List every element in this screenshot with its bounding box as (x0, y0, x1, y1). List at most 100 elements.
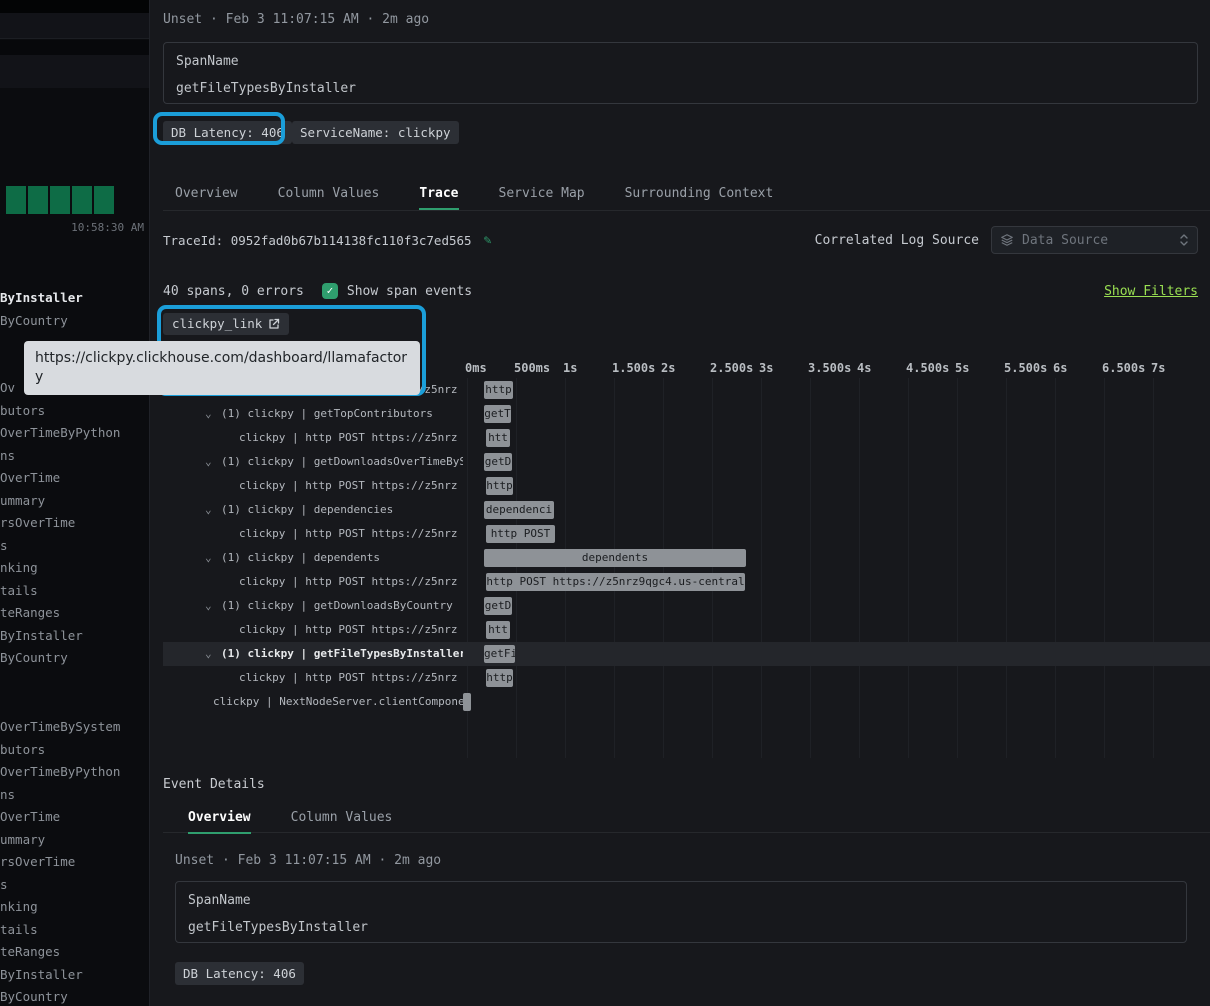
trace-row[interactable]: ⌄(1) clickpy | getFileTypesByInstaller ge… (163, 642, 1210, 666)
span-label: (1) clickpy | dependencies (221, 503, 393, 516)
sidebar-item[interactable]: s (0, 874, 150, 897)
db-latency-badge[interactable]: DB Latency: 406 (175, 962, 304, 985)
chevron-down-icon[interactable]: ⌄ (205, 546, 221, 570)
chevron-down-icon[interactable]: ⌄ (205, 498, 221, 522)
tab-trace[interactable]: Trace (419, 180, 458, 210)
sidebar-item[interactable]: tails (0, 919, 150, 942)
data-source-placeholder: Data Source (1022, 233, 1179, 248)
span-bar[interactable]: http POST (486, 525, 555, 543)
tab-overview[interactable]: Overview (175, 180, 238, 210)
edit-pencil-icon[interactable]: ✎ (484, 233, 492, 248)
tab-service-map[interactable]: Service Map (499, 180, 585, 210)
sidebar-item[interactable]: tails (0, 580, 150, 603)
tab-column-values[interactable]: Column Values (278, 180, 380, 210)
show-filters-link[interactable]: Show Filters (1104, 284, 1198, 299)
trace-row[interactable]: ⌄(1) clickpy | getDownloadsByCountry getD (163, 594, 1210, 618)
span-bar[interactable]: http POST https://z5nrz9qgc4.us-central (486, 573, 745, 591)
span-bar[interactable]: htt (486, 429, 510, 447)
trace-row-name[interactable]: ⌄(1) clickpy | getFileTypesByInstaller (163, 642, 463, 666)
sidebar-item[interactable]: butors (0, 400, 150, 423)
span-bar[interactable] (463, 693, 471, 711)
trace-row-name[interactable]: ⌄(1) clickpy | dependencies (163, 498, 463, 522)
sidebar-item[interactable]: OverTimeByPython (0, 761, 150, 784)
span-bar[interactable]: http (486, 477, 513, 495)
sidebar-item[interactable]: ns (0, 784, 150, 807)
trace-row-name[interactable]: ⌄(1) clickpy | getTopContributors (163, 402, 463, 426)
sidebar-item[interactable]: ByInstaller (0, 625, 150, 648)
span-bar[interactable]: getFi (484, 645, 515, 663)
sidebar-item[interactable]: butors (0, 739, 150, 762)
clickpy-link-button[interactable]: clickpy_link (163, 313, 289, 335)
trace-row-name[interactable]: clickpy | http POST https://z5nrz (163, 666, 463, 690)
chevron-down-icon[interactable]: ⌄ (205, 594, 221, 618)
service-name-badge[interactable]: ServiceName: clickpy (292, 121, 459, 144)
mini-bar-chart (6, 186, 114, 214)
sidebar-item[interactable]: OverTime (0, 806, 150, 829)
span-bar[interactable]: getD (484, 453, 512, 471)
event-details-tab-column-values[interactable]: Column Values (291, 804, 393, 834)
sidebar-item[interactable]: OverTime (0, 467, 150, 490)
span-bar[interactable]: getD (484, 597, 512, 615)
sidebar-item[interactable]: OverTimeByPython (0, 422, 150, 445)
axis-tick-label: 5s (955, 361, 969, 375)
span-bar[interactable]: dependents (484, 549, 746, 567)
trace-row[interactable]: clickpy | http POST https://z5nrz http (163, 474, 1210, 498)
sidebar-item[interactable]: OverTimeBySystem (0, 716, 150, 739)
chevron-down-icon[interactable]: ⌄ (205, 450, 221, 474)
sidebar-item[interactable]: teRanges (0, 941, 150, 964)
span-bar[interactable]: dependenci (484, 501, 554, 519)
show-span-events-checkbox[interactable]: ✓ (322, 283, 338, 299)
trace-row-name[interactable]: ⌄(1) clickpy | getDownloadsOverTimeByS (163, 450, 463, 474)
sidebar-item[interactable]: ummary (0, 829, 150, 852)
sidebar-query-list-2: OverTimeBySystembutorsOverTimeByPythonns… (0, 716, 150, 1006)
trace-row[interactable]: ⌄(1) clickpy | dependencies dependenci (163, 498, 1210, 522)
span-bar[interactable]: htt (486, 621, 510, 639)
trace-row[interactable]: clickpy | http POST https://z5nrz http (163, 666, 1210, 690)
sidebar-item[interactable]: nking (0, 557, 150, 580)
sidebar-item[interactable]: ByCountry (0, 647, 150, 670)
sidebar-item[interactable]: ummary (0, 490, 150, 513)
trace-row-name[interactable]: clickpy | http POST https://z5nrz (163, 474, 463, 498)
span-name-label: SpanName (188, 893, 251, 908)
span-bar[interactable]: getT (484, 405, 511, 423)
trace-row-name[interactable]: ⌄(1) clickpy | dependents (163, 546, 463, 570)
sidebar-item[interactable]: s (0, 535, 150, 558)
event-details-span-box: SpanName getFileTypesByInstaller (175, 881, 1187, 943)
trace-row-name[interactable]: ⌄(1) clickpy | getDownloadsByCountry (163, 594, 463, 618)
trace-row[interactable]: clickpy | NextNodeServer.clientCompone (163, 690, 1210, 714)
sidebar-item[interactable]: ByCountry (0, 310, 150, 333)
chevron-down-icon[interactable]: ⌄ (205, 402, 221, 426)
data-source-select[interactable]: Data Source (991, 226, 1198, 254)
trace-row[interactable]: clickpy | http POST https://z5nrz htt (163, 426, 1210, 450)
trace-row-name[interactable]: clickpy | http POST https://z5nrz (163, 570, 463, 594)
span-bar[interactable]: http (486, 669, 513, 687)
trace-row[interactable]: clickpy | http POST https://z5nrz http PO… (163, 522, 1210, 546)
trace-row-name[interactable]: clickpy | http POST https://z5nrz (163, 618, 463, 642)
tab-surrounding-context[interactable]: Surrounding Context (625, 180, 774, 210)
sidebar-item[interactable]: ByInstaller (0, 964, 150, 987)
trace-row[interactable]: ⌄(1) clickpy | getTopContributors getT (163, 402, 1210, 426)
event-details-tab-overview[interactable]: Overview (188, 804, 251, 834)
trace-row[interactable]: clickpy | http POST https://z5nrz http PO… (163, 570, 1210, 594)
chevron-down-icon[interactable]: ⌄ (205, 642, 221, 666)
db-latency-badge[interactable]: DB Latency: 406 (163, 121, 292, 144)
trace-row[interactable]: ⌄(1) clickpy | dependents dependents (163, 546, 1210, 570)
axis-tick-label: 5.500s (1004, 361, 1047, 375)
trace-id-row: TraceId: 0952fad0b67b114138fc110f3c7ed56… (163, 226, 1198, 254)
trace-row-name[interactable]: clickpy | http POST https://z5nrz (163, 426, 463, 450)
sidebar-item[interactable]: rsOverTime (0, 512, 150, 535)
trace-row[interactable]: clickpy | http POST https://z5nrz htt (163, 618, 1210, 642)
sidebar-item[interactable]: ByInstaller (0, 287, 150, 310)
sidebar-item[interactable]: ByCountry (0, 986, 150, 1006)
sidebar-item[interactable]: rsOverTime (0, 851, 150, 874)
span-label: clickpy | http POST https://z5nrz (239, 431, 458, 444)
trace-row[interactable]: ⌄(1) clickpy | getDownloadsOverTimeByS ge… (163, 450, 1210, 474)
sidebar-item[interactable]: ns (0, 445, 150, 468)
span-timeline (463, 690, 1210, 714)
trace-row-name[interactable]: clickpy | http POST https://z5nrz (163, 522, 463, 546)
sidebar-item[interactable]: teRanges (0, 602, 150, 625)
show-span-events-label[interactable]: Show span events (347, 284, 472, 299)
span-bar[interactable]: http (484, 381, 513, 399)
sidebar-item[interactable]: nking (0, 896, 150, 919)
trace-row-name[interactable]: clickpy | NextNodeServer.clientCompone (163, 690, 463, 714)
